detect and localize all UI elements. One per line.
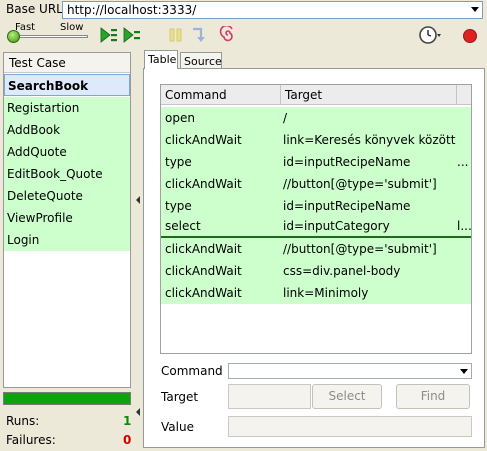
test-case-panel: Test Case SearchBook Registartion AddBoo… bbox=[3, 52, 131, 388]
tab-table[interactable]: Table bbox=[144, 50, 178, 69]
rollup-icon[interactable] bbox=[218, 24, 238, 44]
test-case-item[interactable]: AddQuote bbox=[4, 141, 130, 163]
failures-label: Failures: bbox=[6, 433, 56, 447]
test-case-item[interactable]: DeleteQuote bbox=[4, 185, 130, 207]
column-header-value[interactable] bbox=[457, 85, 471, 105]
target-input[interactable] bbox=[228, 384, 311, 409]
row-target: id=inputRecipeName bbox=[283, 155, 411, 169]
table-row[interactable]: clickAndWait css=div.panel-body bbox=[161, 260, 471, 282]
test-case-item[interactable]: Login bbox=[4, 229, 130, 251]
failures-count: 0 bbox=[123, 433, 132, 447]
row-target: link=Keresés könyvek között bbox=[283, 133, 456, 147]
speed-slow-label: Slow bbox=[60, 22, 84, 33]
column-header-target[interactable]: Target bbox=[281, 85, 457, 105]
table-row[interactable]: type id=inputRecipeName ... bbox=[161, 151, 471, 173]
table-row[interactable]: select id=inputCategory l... bbox=[161, 217, 471, 236]
target-label: Target bbox=[161, 390, 199, 404]
table-row[interactable]: clickAndWait //button[@type='submit'] bbox=[161, 238, 471, 260]
command-select[interactable] bbox=[228, 363, 472, 379]
base-url-input[interactable]: http://localhost:3333/ bbox=[62, 1, 483, 19]
row-command: clickAndWait bbox=[165, 264, 242, 278]
row-target: link=Minimoly bbox=[283, 286, 369, 300]
row-value: ... bbox=[457, 155, 469, 169]
row-target: id=inputCategory bbox=[283, 219, 390, 233]
row-value: l... bbox=[457, 219, 472, 233]
speed-slider-handle[interactable] bbox=[7, 30, 20, 43]
panel-splitter[interactable] bbox=[134, 52, 142, 450]
row-command: open bbox=[165, 111, 195, 125]
table-row[interactable]: clickAndWait //button[@type='submit'] bbox=[161, 173, 471, 195]
tab-source[interactable]: Source bbox=[180, 52, 222, 68]
base-url-label: Base URL bbox=[6, 2, 63, 16]
row-command: type bbox=[165, 199, 192, 213]
row-command: clickAndWait bbox=[165, 242, 242, 256]
table-row[interactable]: type id=inputRecipeName bbox=[161, 195, 471, 217]
base-url-value: http://localhost:3333/ bbox=[67, 3, 197, 17]
select-button[interactable]: Select bbox=[312, 384, 382, 409]
table-row[interactable]: clickAndWait link=Keresés könyvek között bbox=[161, 129, 471, 151]
runs-label: Runs: bbox=[6, 414, 40, 428]
step-icon bbox=[189, 26, 209, 44]
record-icon[interactable] bbox=[463, 29, 477, 43]
table-row[interactable]: clickAndWait link=Minimoly bbox=[161, 282, 471, 304]
row-target: / bbox=[283, 111, 288, 125]
test-case-header: Test Case bbox=[4, 53, 130, 73]
row-target: id=inputRecipeName bbox=[283, 199, 411, 213]
table-header-row: Command Target bbox=[161, 85, 471, 105]
play-suite-icon[interactable] bbox=[99, 26, 119, 44]
row-target: //button[@type='submit'] bbox=[283, 242, 437, 256]
collapse-left-icon[interactable] bbox=[136, 408, 140, 416]
value-label: Value bbox=[161, 420, 194, 434]
row-command: clickAndWait bbox=[165, 133, 242, 147]
progress-bar bbox=[3, 392, 131, 405]
schedule-clock-icon[interactable] bbox=[418, 25, 442, 45]
test-case-item[interactable]: EditBook_Quote bbox=[4, 163, 130, 185]
row-command: clickAndWait bbox=[165, 177, 242, 191]
row-command: clickAndWait bbox=[165, 286, 242, 300]
test-case-item[interactable]: Registartion bbox=[4, 97, 130, 119]
chevron-down-icon[interactable] bbox=[460, 369, 468, 374]
column-header-command[interactable]: Command bbox=[161, 85, 281, 105]
runs-count: 1 bbox=[123, 414, 132, 428]
command-label: Command bbox=[161, 364, 223, 378]
pause-icon bbox=[166, 26, 186, 44]
test-case-item[interactable]: SearchBook bbox=[4, 74, 130, 96]
speed-slider[interactable] bbox=[12, 35, 88, 38]
table-row[interactable]: open / bbox=[161, 107, 471, 129]
row-command: select bbox=[165, 219, 201, 233]
command-table: Command Target open / clickAndWait link=… bbox=[160, 84, 472, 354]
row-target: //button[@type='submit'] bbox=[283, 177, 437, 191]
collapse-left-icon[interactable] bbox=[136, 196, 140, 204]
row-command: type bbox=[165, 155, 192, 169]
chevron-down-icon[interactable] bbox=[471, 7, 479, 12]
test-case-item[interactable]: AddBook bbox=[4, 119, 130, 141]
play-test-icon[interactable] bbox=[122, 26, 142, 44]
row-target: css=div.panel-body bbox=[283, 264, 401, 278]
value-input[interactable] bbox=[228, 416, 472, 437]
test-case-item[interactable]: ViewProfile bbox=[4, 207, 130, 229]
find-button[interactable]: Find bbox=[396, 384, 470, 409]
